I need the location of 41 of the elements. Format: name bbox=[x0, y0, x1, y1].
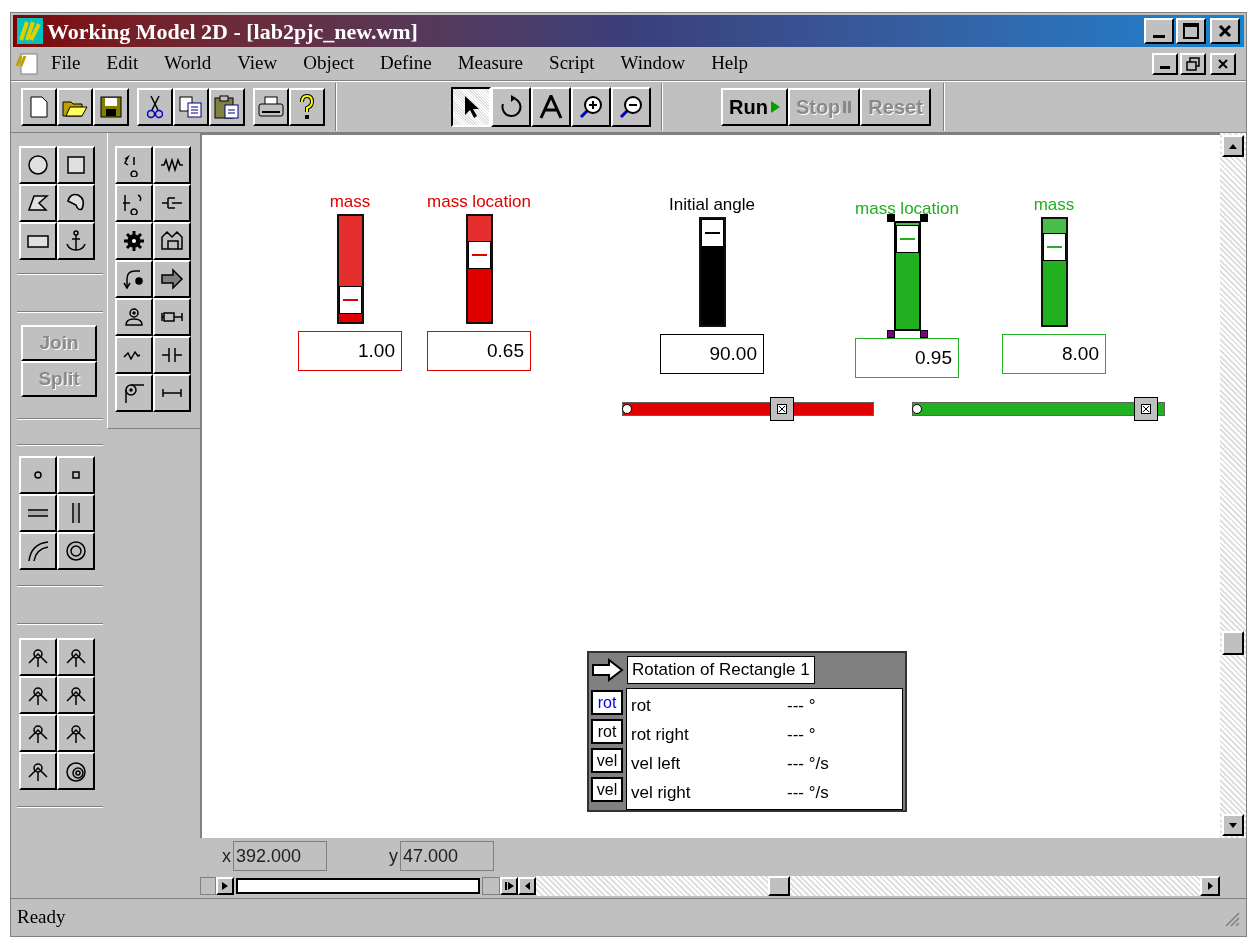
meter-channel-button[interactable]: rot bbox=[591, 690, 623, 715]
value-field[interactable]: 0.95 bbox=[855, 338, 959, 378]
meter-title: Rotation of Rectangle 1 bbox=[627, 656, 815, 684]
meter-value: --- ° bbox=[787, 723, 816, 746]
slider-label: mass bbox=[329, 191, 371, 211]
menu-item[interactable]: Define bbox=[379, 49, 432, 78]
meter-channel-button[interactable]: vel bbox=[591, 777, 623, 802]
menu-item[interactable]: View bbox=[237, 49, 278, 78]
slider-label: mass bbox=[1033, 194, 1075, 214]
value-field[interactable]: 8.00 bbox=[1002, 334, 1106, 374]
menu-item[interactable]: Edit bbox=[106, 49, 139, 78]
menu-item[interactable]: Script bbox=[549, 49, 595, 78]
slider-label: mass location bbox=[855, 198, 959, 218]
y-coordinate-field: 47.000 bbox=[400, 841, 494, 871]
value-field[interactable]: 90.00 bbox=[660, 334, 764, 374]
meter-window[interactable]: Rotation of Rectangle 1 rot rot vel vel rot --- ° rot right --- ° vel left --- °/s vel right --- °/s bbox=[587, 651, 907, 812]
value-field[interactable]: 1.00 bbox=[298, 331, 402, 371]
menu-item[interactable]: Object bbox=[303, 49, 354, 78]
slider-label: Initial angle bbox=[669, 194, 755, 214]
value-field[interactable]: 0.65 bbox=[427, 331, 531, 371]
menu-item[interactable]: Help bbox=[711, 49, 749, 78]
run-button[interactable]: Run bbox=[721, 88, 788, 126]
meter-label: rot bbox=[631, 694, 652, 717]
status-text: Ready bbox=[17, 905, 66, 930]
window-title: Working Model 2D - [lab2pjc_new.wm] bbox=[47, 17, 418, 46]
x-label: x bbox=[222, 844, 231, 868]
y-label: y bbox=[389, 844, 398, 868]
slider-label: mass location bbox=[427, 191, 531, 211]
menu-item[interactable]: Window bbox=[620, 49, 686, 78]
menu-item[interactable]: Measure bbox=[457, 49, 524, 78]
meter-channel-button[interactable]: rot bbox=[591, 719, 623, 744]
x-coordinate-field: 392.000 bbox=[233, 841, 327, 871]
meter-label: vel left bbox=[631, 752, 682, 775]
meter-value: --- ° bbox=[787, 694, 816, 717]
menu-item[interactable]: World bbox=[164, 49, 212, 78]
meter-label: vel right bbox=[631, 781, 692, 804]
menu-item[interactable]: File bbox=[51, 49, 81, 78]
meter-label: rot right bbox=[631, 723, 690, 746]
meter-value: --- °/s bbox=[787, 752, 829, 775]
meter-channel-button[interactable]: vel bbox=[591, 748, 623, 773]
meter-value: --- °/s bbox=[787, 781, 829, 804]
